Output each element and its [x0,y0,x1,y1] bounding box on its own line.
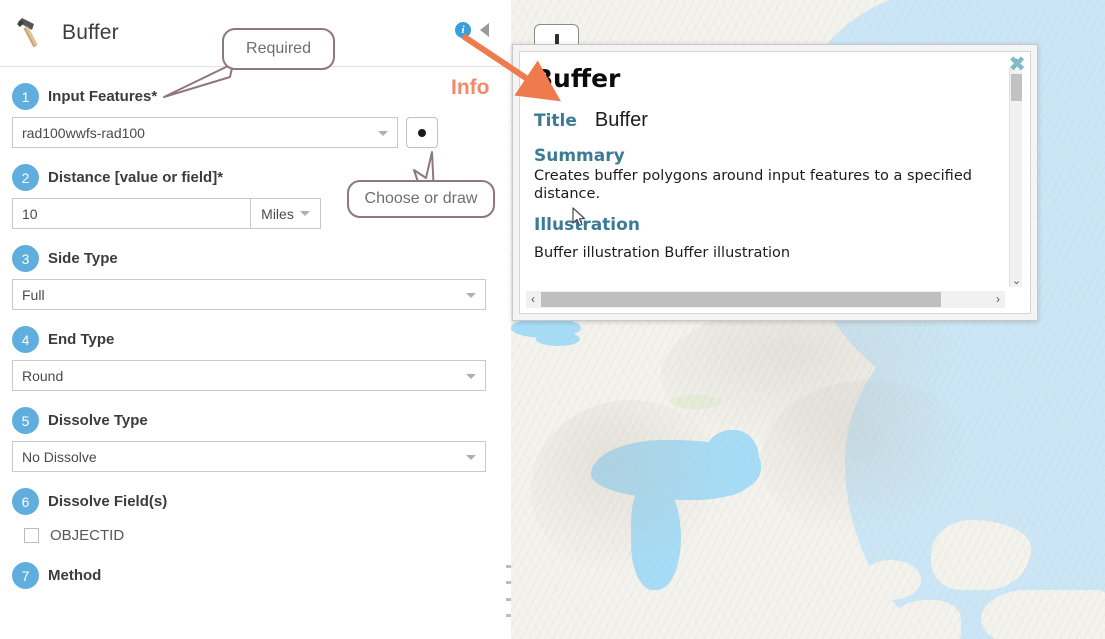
dissolve-type-value: No Dissolve [22,448,97,465]
field-label: Dissolve Field(s) [48,493,168,510]
scroll-left-arrow-icon[interactable]: ‹ [526,291,540,308]
required-callout: Required [222,28,335,70]
dialog-section-heading: Title [534,111,577,131]
dialog-inner: ✖ Buffer Title Buffer Summary Creates bu… [519,51,1031,314]
point-draw-icon [418,128,426,137]
hammer-icon [12,13,52,53]
field-label: Method [48,567,102,584]
side-type-value: Full [22,286,45,303]
page-title: Buffer [62,21,119,44]
objectid-checkbox[interactable] [24,528,39,543]
dialog-horizontal-scrollbar[interactable]: ‹ › [526,291,1005,308]
field-label: Side Type [48,250,118,267]
chevron-down-icon [466,373,476,379]
dialog-vertical-scrollbar[interactable]: ⌃ ⌄ [1009,58,1023,287]
dialog-heading: Buffer [534,64,621,93]
field-label-row: 7 Method [12,562,499,589]
splitter-dot [505,613,511,617]
horizontal-scroll-thumb[interactable] [541,292,941,307]
field-label-row: 5 Dissolve Type [12,407,499,434]
buffer-help-dialog: ✖ Buffer Title Buffer Summary Creates bu… [512,44,1038,321]
dialog-summary-section: Summary Creates buffer polygons around i… [534,146,994,203]
field-label: Dissolve Type [48,412,148,429]
dialog-summary-text: Creates buffer polygons around input fea… [534,168,972,203]
end-type-value: Round [22,367,64,384]
vertical-scroll-thumb[interactable] [1011,74,1022,101]
dissolve-field-option[interactable]: OBJECTID [24,527,499,544]
chevron-down-icon [378,130,388,136]
distance-unit-value: Miles [261,205,294,222]
input-features-value: rad100wwfs-rad100 [22,124,145,141]
step-badge: 3 [12,245,39,272]
application-window: Buffer i 1 Input Features* rad100wwfs-ra… [0,0,1105,639]
field-dissolve-type: 5 Dissolve Type No Dissolve [12,407,499,472]
draw-features-button[interactable] [406,117,438,148]
step-badge: 4 [12,326,39,353]
distance-input[interactable] [12,198,251,229]
chevron-down-icon [466,292,476,298]
field-label-row: 3 Side Type [12,245,499,272]
distance-unit-select[interactable]: Miles [251,198,321,229]
field-label: End Type [48,331,115,348]
side-type-select[interactable]: Full [12,279,486,310]
step-badge: 2 [12,164,39,191]
field-dissolve-fields: 6 Dissolve Field(s) OBJECTID [12,488,499,544]
panel-splitter-handle[interactable] [505,565,511,617]
splitter-dot [505,597,511,601]
mouse-cursor [572,207,586,227]
splitter-dot [505,565,511,568]
step-badge: 6 [12,488,39,515]
dissolve-type-select[interactable]: No Dissolve [12,441,486,472]
dialog-title-value: Buffer [594,109,648,131]
input-features-select[interactable]: rad100wwfs-rad100 [12,117,398,148]
info-annotation-arrow [461,33,561,102]
dialog-illustration-section: Illustration Buffer illustration Buffer … [534,215,994,262]
splitter-dot [505,581,511,585]
chevron-down-icon [466,454,476,460]
field-label: Input Features* [48,88,158,105]
dialog-content: Buffer Title Buffer Summary Creates buff… [520,52,1004,289]
chevron-down-icon [299,211,310,216]
field-method: 7 Method [12,562,499,589]
dialog-title-section: Title Buffer [534,109,994,132]
step-badge: 7 [12,562,39,589]
scroll-down-arrow-icon[interactable]: ⌄ [1010,275,1023,287]
scroll-right-arrow-icon[interactable]: › [991,291,1005,308]
dialog-section-heading: Summary [534,146,625,166]
end-type-select[interactable]: Round [12,360,486,391]
field-side-type: 3 Side Type Full [12,245,499,310]
field-end-type: 4 End Type Round [12,326,499,391]
input-features-row: rad100wwfs-rad100 [12,117,499,148]
step-badge: 5 [12,407,39,434]
objectid-label: OBJECTID [50,527,125,544]
field-label-row: 6 Dissolve Field(s) [12,488,499,515]
step-badge: 1 [12,83,39,110]
choose-or-draw-callout: Choose or draw [347,180,495,218]
field-label: Distance [value or field]* [48,169,224,186]
close-icon[interactable]: ✖ [1008,54,1026,75]
field-label-row: 4 End Type [12,326,499,353]
dialog-illustration-text: Buffer illustration Buffer illustration [534,245,791,262]
